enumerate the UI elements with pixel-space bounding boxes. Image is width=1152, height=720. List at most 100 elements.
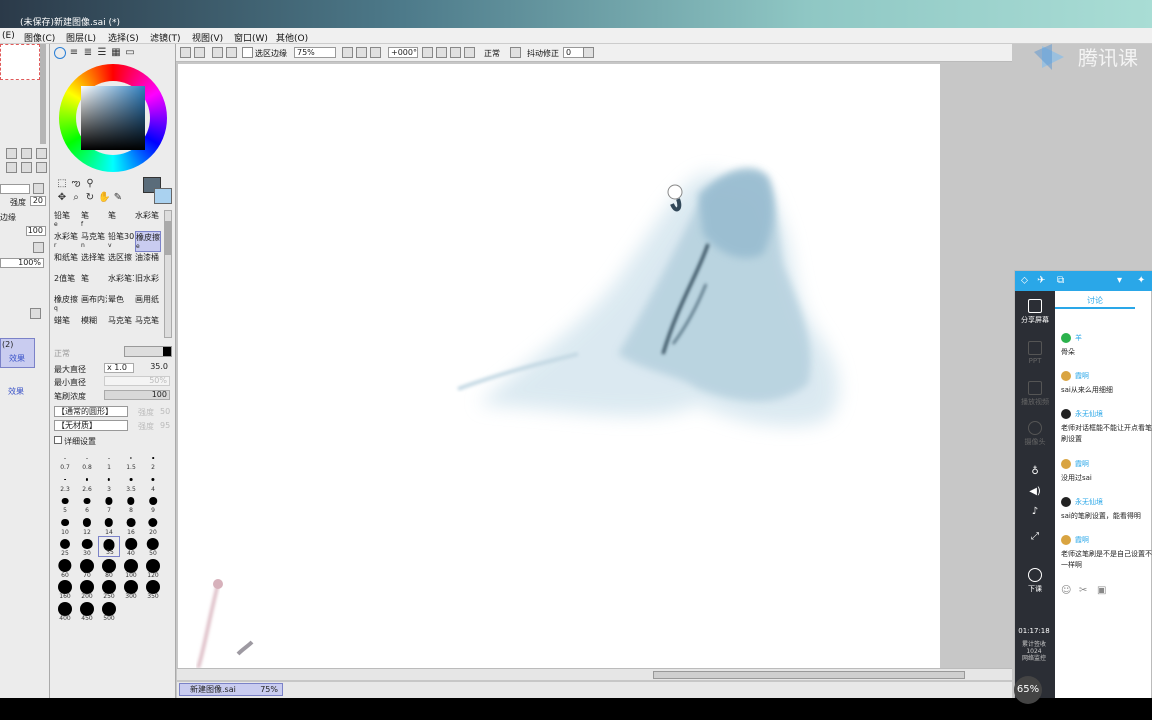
density-value[interactable]: 100 [104, 390, 170, 400]
brush-size-option[interactable]: 5 [54, 493, 76, 514]
zoom-minus-button[interactable] [342, 47, 353, 58]
brush-slot[interactable]: 水彩笔 r [54, 231, 80, 252]
brush-slot[interactable]: 马克笔 [108, 315, 134, 336]
saturation-value-square[interactable] [81, 86, 145, 150]
brush-size-option[interactable]: 250 [98, 579, 120, 600]
rotate-icon[interactable]: ↻ [84, 192, 96, 204]
menu-select[interactable]: 选择(S) [108, 31, 139, 44]
max-diameter-multiplier[interactable]: x 1.0 [104, 363, 134, 373]
angle-button-1[interactable] [422, 47, 433, 58]
brush-slot[interactable]: 马克笔 n [81, 231, 107, 252]
navigator-thumbnail[interactable] [0, 44, 40, 80]
detail-settings-checkbox[interactable] [54, 436, 62, 444]
brush-size-option[interactable]: 6 [76, 493, 98, 514]
hand-icon[interactable]: ✋ [98, 192, 110, 204]
strength-field[interactable]: 100 [26, 226, 46, 236]
swatch-tab-icon[interactable]: ▦ [110, 47, 122, 59]
max-diameter-value[interactable]: 35.0 [136, 363, 170, 373]
brush-size-option[interactable]: 120 [142, 558, 164, 579]
ppt-button[interactable]: PPT [1015, 341, 1055, 365]
brush-size-option[interactable]: 80 [98, 558, 120, 579]
mode-toggle-button[interactable] [510, 47, 521, 58]
selection-edge-checkbox[interactable] [242, 47, 253, 58]
brush-size-option[interactable]: 20 [142, 515, 164, 536]
menu-image[interactable]: 图像(C) [24, 31, 55, 44]
stabilizer-dropdown-button[interactable] [583, 47, 594, 58]
min-diameter-value[interactable]: 50% [104, 376, 170, 386]
new-layer-button[interactable] [30, 308, 41, 319]
shape-strength-value[interactable]: 50 [160, 407, 170, 416]
lasso-icon[interactable]: ఌ [70, 178, 82, 190]
zoom-icon[interactable]: ⌕ [70, 192, 82, 204]
brush-size-option[interactable]: 40 [120, 536, 142, 557]
brush-slot[interactable]: 笔f [81, 210, 107, 231]
brush-slot[interactable]: 画布内涂 [81, 294, 107, 315]
brush-size-option[interactable]: 1 [98, 450, 120, 471]
brush-size-option[interactable]: 70 [76, 558, 98, 579]
brush-size-option[interactable]: 14 [98, 515, 120, 536]
brush-size-option[interactable]: 30 [76, 536, 98, 557]
brush-size-option[interactable]: 2.6 [76, 472, 98, 493]
angle-button-2[interactable] [436, 47, 447, 58]
color-wheel[interactable] [59, 64, 167, 172]
angle-button-3[interactable] [450, 47, 461, 58]
share-screen-button[interactable]: 分享屏幕 [1015, 299, 1055, 325]
zoom-in-button[interactable] [21, 148, 32, 159]
brush-slot[interactable]: 选区擦 [108, 252, 134, 273]
pin-icon[interactable]: ✦ [1137, 275, 1145, 286]
zoom-fit-button[interactable] [370, 47, 381, 58]
redo-button[interactable] [194, 47, 205, 58]
undo-button[interactable] [180, 47, 191, 58]
rotate-right-button[interactable] [21, 162, 32, 173]
zoom-reset-button[interactable] [36, 148, 47, 159]
brush-size-option[interactable]: 200 [76, 579, 98, 600]
scissors-icon[interactable]: ✂ [1079, 585, 1087, 596]
image-icon[interactable]: ▣ [1097, 585, 1106, 596]
document-tab[interactable]: 新建图像.sai 75% [179, 683, 283, 696]
flip-button[interactable] [464, 47, 475, 58]
brush-slot[interactable]: 笔 [81, 273, 107, 294]
brush-slot[interactable]: 铅笔30 v [108, 231, 134, 252]
brush-slot[interactable]: 模糊 [81, 315, 107, 336]
brush-size-option[interactable]: 2.3 [54, 472, 76, 493]
rotate-reset-button[interactable] [36, 162, 47, 173]
brush-slot[interactable]: 选择笔 [81, 252, 107, 273]
blend-dropdown-button[interactable] [33, 183, 44, 194]
horizontal-scrollbar-thumb[interactable] [653, 671, 965, 679]
brush-size-option[interactable]: 60 [54, 558, 76, 579]
brush-size-option[interactable]: 300 [120, 579, 142, 600]
brush-slot[interactable]: 油漆桶 [135, 252, 161, 273]
brush-size-option[interactable]: 8 [120, 493, 142, 514]
menu-layer[interactable]: 图层(L) [66, 31, 96, 44]
brush-size-option[interactable]: 4 [142, 472, 164, 493]
brush-size-option[interactable]: 35 [98, 536, 120, 557]
canvas-area[interactable] [177, 62, 1012, 682]
mic-icon[interactable]: ♁ [1015, 466, 1055, 477]
brush-slot[interactable]: 橡皮擦 q [54, 294, 80, 315]
zoom-plus-button[interactable] [356, 47, 367, 58]
move-icon[interactable]: ✥ [56, 192, 68, 204]
brush-size-option[interactable]: 400 [54, 601, 76, 622]
camera-button[interactable]: 摄像头 [1015, 421, 1055, 447]
brush-slot[interactable]: 水彩笔10 [108, 273, 134, 294]
zoom-field[interactable]: 75% [294, 47, 336, 58]
brush-slot[interactable]: 水彩笔 [135, 210, 161, 231]
edge-toggle-button[interactable] [33, 242, 44, 253]
layer-item[interactable]: (2) 效果 [0, 338, 35, 368]
plane-icon[interactable]: ✈ [1037, 275, 1045, 286]
brush-slot[interactable]: 橡皮擦 e [135, 231, 161, 252]
menu-window[interactable]: 窗口(W) [234, 31, 268, 44]
zoom-out-button[interactable] [6, 148, 17, 159]
brush-slot[interactable]: 铅笔 e [54, 210, 80, 231]
rgb-slider-tab-icon[interactable]: ≡ [68, 47, 80, 59]
fullscreen-icon[interactable]: ⤢ [1015, 531, 1055, 542]
invert-selection-button[interactable] [226, 47, 237, 58]
brush-slot[interactable]: 蜡笔 [54, 315, 80, 336]
mixer-tab-icon[interactable]: ☰ [96, 47, 108, 59]
chevron-down-icon[interactable]: ▾ [1117, 275, 1122, 286]
brush-slot[interactable]: 马克笔 [135, 315, 161, 336]
blend-mode-select[interactable]: 正常 [484, 48, 500, 59]
popout-icon[interactable]: ⧉ [1057, 275, 1064, 286]
menu-edit[interactable]: (E) [2, 31, 15, 41]
emoji-icon[interactable]: ☺ [1061, 585, 1071, 596]
